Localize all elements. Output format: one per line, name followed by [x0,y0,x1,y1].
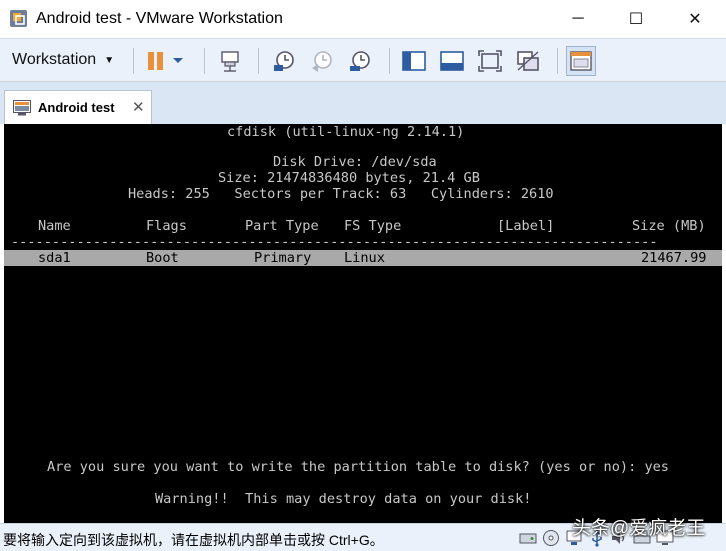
partition-fs-type: Linux [344,250,385,266]
header-name: Name [38,218,71,234]
console-geometry-line: Heads: 255 Sectors per Track: 63 Cylinde… [128,186,554,202]
title-bar: Android test - VMware Workstation ─ ☐ ✕ [0,0,726,38]
unity-icon [517,51,539,71]
partition-type: Primary [254,250,312,266]
header-size: Size (MB) [632,218,706,234]
toolbar-divider [389,48,390,74]
snapshot-manager-icon [350,51,370,71]
cd-drive-icon[interactable] [542,529,560,547]
thumbnail-bar-icon [440,51,464,71]
warning-message: Warning!! This may destroy data on your … [155,491,532,507]
status-message: 要将输入定向到该虚拟机，请在虚拟机内部单击或按 Ctrl+G。 [3,532,384,548]
tab-close-button[interactable]: ✕ [132,98,145,116]
header-part-type: Part Type [245,218,319,234]
tab-android-test[interactable]: Android test ✕ [4,90,152,124]
toolbar-divider [258,48,259,74]
console-title-line: cfdisk (util-linux-ng 2.14.1) [227,124,465,140]
tab-bar: Android test ✕ [0,82,726,124]
watermark: 头条@爱疯老王 [572,518,706,539]
header-separator: ----------------------------------------… [11,234,658,250]
snapshot-revert-icon [312,51,332,72]
workstation-menu-label: Workstation [12,51,97,68]
show-library-button[interactable] [399,46,429,76]
tab-label: Android test [38,100,115,115]
show-thumbnail-bar-button[interactable] [437,46,467,76]
console-view-icon [570,51,592,71]
hard-disk-icon[interactable] [519,529,537,547]
toolbar-divider [557,48,558,74]
console-drive-line: Disk Drive: /dev/sda [273,154,437,170]
snapshot-take-icon [274,51,294,71]
workstation-menu[interactable]: Workstation ▼ [6,46,120,74]
vm-console[interactable]: cfdisk (util-linux-ng 2.14.1) Disk Drive… [4,124,722,523]
chevron-down-icon: ▼ [104,54,115,66]
unity-button[interactable] [513,46,543,76]
close-button[interactable]: ✕ [666,0,724,38]
console-size-line: Size: 21474836480 bytes, 21.4 GB [218,170,480,186]
power-options-dropdown[interactable] [168,46,188,76]
minimize-button[interactable]: ─ [549,0,607,38]
send-ctrl-alt-del-button[interactable] [215,46,245,76]
revert-snapshot-button[interactable] [307,46,337,76]
maximize-button[interactable]: ☐ [607,0,665,38]
send-ctrl-alt-del-icon [221,51,239,72]
window-title: Android test - VMware Workstation [36,10,283,27]
header-fs-type: FS Type [344,218,402,234]
console-view-button[interactable] [566,46,596,76]
partition-name: sda1 [38,250,71,266]
header-label: [Label] [497,218,555,234]
pause-icon [148,52,163,70]
virtual-machine-icon [13,100,31,116]
take-snapshot-button[interactable] [269,46,299,76]
full-screen-icon [478,50,502,72]
vmware-app-icon [10,10,27,27]
toolbar-divider [204,48,205,74]
write-confirm-prompt: Are you sure you want to write the parti… [47,459,669,475]
snapshot-manager-button[interactable] [345,46,375,76]
toolbar: Workstation ▼ [0,38,726,82]
partition-flags: Boot [146,250,179,266]
partition-size: 21467.99 [641,250,707,266]
library-icon [402,51,426,71]
dropdown-arrow-icon [173,58,183,63]
toolbar-divider [133,48,134,74]
pause-button[interactable] [141,46,171,76]
full-screen-button[interactable] [475,46,505,76]
header-flags: Flags [146,218,187,234]
